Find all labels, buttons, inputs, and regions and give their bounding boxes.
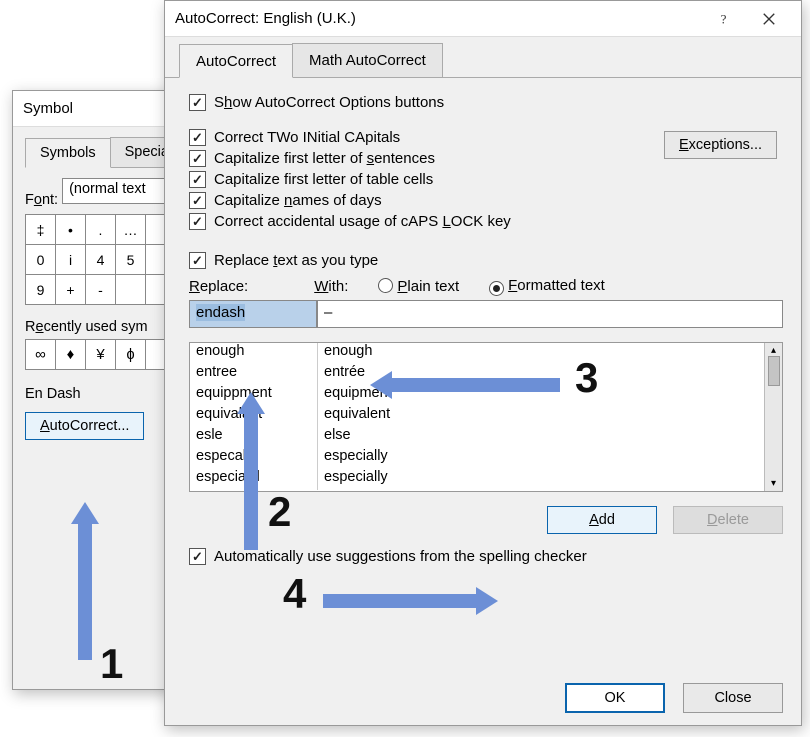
recent-cell[interactable]: ♦ (56, 340, 86, 370)
symbol-cell[interactable]: ‡ (26, 215, 56, 245)
checkbox-icon[interactable] (189, 252, 206, 269)
autocorrect-table[interactable]: enoughenough entreeentrée equippmentequi… (189, 342, 783, 492)
symbol-cell[interactable]: 5 (116, 245, 146, 275)
table-row[interactable]: especialylespecially (190, 469, 764, 490)
scrollbar[interactable]: ▴ ▾ (764, 343, 782, 491)
radio-icon[interactable] (489, 281, 504, 296)
tab-autocorrect[interactable]: AutoCorrect (179, 44, 293, 78)
scroll-down-icon[interactable]: ▾ (771, 478, 776, 489)
autocorrect-title: AutoCorrect: English (U.K.) (175, 10, 703, 27)
chk-caps-lock[interactable]: Correct accidental usage of cAPS LOCK ke… (189, 213, 783, 230)
tab-symbols[interactable]: Symbols (25, 138, 111, 168)
recent-cell[interactable]: ɸ (116, 340, 146, 370)
radio-icon[interactable] (378, 278, 393, 293)
checkbox-icon[interactable] (189, 171, 206, 188)
with-label: With: (314, 278, 348, 295)
symbol-cell[interactable]: 9 (26, 275, 56, 305)
chk-show-options[interactable]: Show AutoCorrect Options buttons (189, 94, 783, 111)
checkbox-icon[interactable] (189, 192, 206, 209)
help-icon[interactable]: ? (703, 1, 747, 36)
autocorrect-button[interactable]: AutoCorrect... (25, 412, 144, 440)
delete-button: Delete (673, 506, 783, 534)
symbol-cell[interactable]: - (86, 275, 116, 305)
exceptions-button[interactable]: Exceptions... (664, 131, 777, 159)
symbol-cell[interactable]: + (56, 275, 86, 305)
table-row[interactable]: especallyespecially (190, 448, 764, 469)
chk-replace-as-you-type[interactable]: Replace text as you type (189, 252, 783, 269)
table-row[interactable]: equivalantequivalent (190, 406, 764, 427)
radio-formatted-text[interactable]: Formatted text (489, 277, 605, 296)
svg-text:?: ? (721, 12, 727, 26)
scroll-up-icon[interactable]: ▴ (771, 345, 776, 356)
table-row[interactable]: equippmentequipment (190, 385, 764, 406)
autocorrect-dialog: AutoCorrect: English (U.K.) ? AutoCorrec… (164, 0, 802, 726)
chk-capitalize-cells[interactable]: Capitalize first letter of table cells (189, 171, 783, 188)
close-button[interactable]: Close (683, 683, 783, 713)
checkbox-icon[interactable] (189, 213, 206, 230)
symbol-cell[interactable] (116, 275, 146, 305)
checkbox-icon[interactable] (189, 150, 206, 167)
with-input[interactable]: – (317, 300, 783, 328)
checkbox-icon[interactable] (189, 94, 206, 111)
chk-capitalize-days[interactable]: Capitalize names of days (189, 192, 783, 209)
checkbox-icon[interactable] (189, 129, 206, 146)
checkbox-icon[interactable] (189, 548, 206, 565)
table-row[interactable]: esleelse (190, 427, 764, 448)
replace-input[interactable]: endash (189, 300, 317, 328)
table-row[interactable]: entreeentrée (190, 364, 764, 385)
autocorrect-titlebar[interactable]: AutoCorrect: English (U.K.) ? (165, 1, 801, 37)
replace-label: Replace: (189, 278, 248, 295)
symbol-cell[interactable]: . (86, 215, 116, 245)
tab-math-autocorrect[interactable]: Math AutoCorrect (292, 43, 443, 77)
recent-cell[interactable]: ∞ (26, 340, 56, 370)
autocorrect-tabs: AutoCorrect Math AutoCorrect (165, 43, 801, 78)
radio-plain-text[interactable]: Plain text (378, 278, 459, 295)
scroll-thumb[interactable] (768, 356, 780, 386)
chk-auto-suggestions[interactable]: Automatically use suggestions from the s… (189, 548, 783, 565)
add-button[interactable]: Add (547, 506, 657, 534)
table-row[interactable]: enoughenough (190, 343, 764, 364)
symbol-cell[interactable]: … (116, 215, 146, 245)
symbol-cell[interactable]: 0 (26, 245, 56, 275)
recent-cell[interactable]: ¥ (86, 340, 116, 370)
symbol-cell[interactable]: i (56, 245, 86, 275)
close-icon[interactable] (747, 1, 791, 36)
symbol-cell[interactable]: • (56, 215, 86, 245)
ok-button[interactable]: OK (565, 683, 665, 713)
symbol-cell[interactable]: 4 (86, 245, 116, 275)
